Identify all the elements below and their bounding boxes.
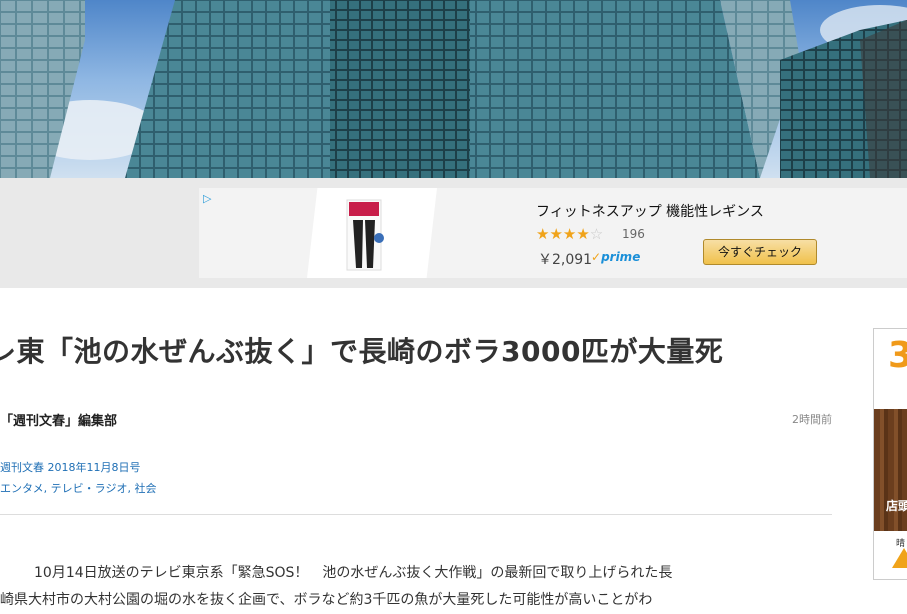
ad-product-title[interactable]: フィットネスアップ 機能性レギンス [536, 201, 764, 221]
hero-image [0, 0, 907, 178]
divider [0, 514, 832, 515]
prime-check-icon: ✓ [591, 250, 602, 264]
building-photo [0, 0, 907, 178]
ad-band: ▷ フィットネスアップ 機能性レギンス ★★★★☆ 196 ￥2,091 ✓pr… [0, 178, 907, 288]
check-now-button[interactable]: 今すぐチェック [703, 239, 817, 265]
ad-review-count: 196 [622, 227, 645, 241]
prime-label: prime [601, 250, 641, 264]
sidebar-logo-icon [892, 548, 907, 568]
article-body-line: 10月14日放送のテレビ東京系「緊急SOS！ 池の水ぜんぶ抜く大作戦」の最新回で… [34, 565, 673, 581]
article-headline: レ東「池の水ぜんぶ抜く」で長崎のボラ3000匹が大量死 [0, 335, 724, 368]
sidebar-label: 店頭 [886, 499, 907, 513]
leggings-product-image[interactable] [307, 188, 437, 278]
article-source-link[interactable]: 週刊文春 2018年11月8日号 [0, 459, 141, 475]
article-author[interactable]: 「週刊文春」編集部 [0, 410, 117, 429]
article-body-line: 崎県大村市の大村公園の堀の水を抜く企画で、ボラなど約3千匹の魚が大量死した可能性… [0, 592, 653, 608]
rating-stars-icon: ★★★★☆ [536, 225, 604, 243]
article-tags: エンタメ, テレビ・ラジオ, 社会 [0, 482, 157, 495]
sidebar-number: 3 [888, 335, 907, 376]
sidebar-ad-card[interactable]: 3 店頭 晴 [873, 328, 907, 580]
prime-badge: ✓prime [591, 250, 640, 264]
ad-choices-icon[interactable]: ▷ [203, 192, 217, 206]
tag-link[interactable]: エンタメ [0, 482, 44, 495]
amazon-ad[interactable]: ▷ フィットネスアップ 機能性レギンス ★★★★☆ 196 ￥2,091 ✓pr… [199, 188, 907, 278]
article-time: 2時間前 [792, 413, 832, 426]
ad-price: ￥2,091 [538, 252, 593, 268]
tag-link[interactable]: テレビ・ラジオ [51, 482, 128, 495]
tag-link[interactable]: 社会 [134, 482, 156, 495]
